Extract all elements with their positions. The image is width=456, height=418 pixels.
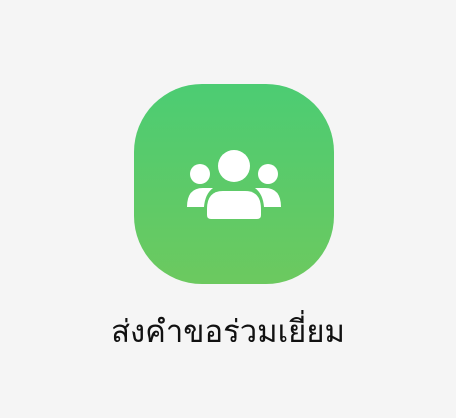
send-visit-request-button[interactable] <box>134 84 334 284</box>
send-visit-request-label: ส่งคำขอร่วมเยี่ยม <box>111 314 345 350</box>
group-users-icon <box>187 150 281 219</box>
